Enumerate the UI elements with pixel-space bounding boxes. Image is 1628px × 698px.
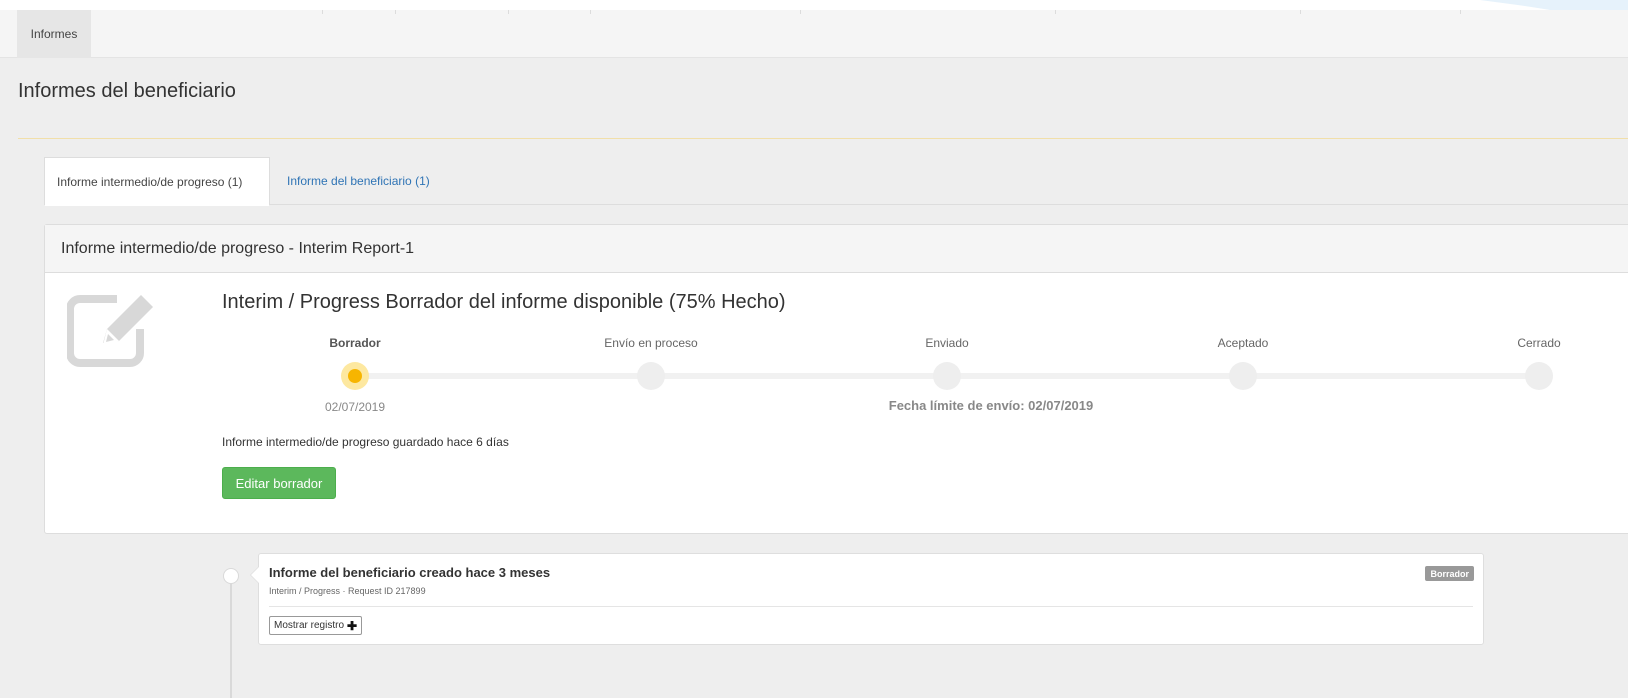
breadcrumb-label: Informes xyxy=(30,27,78,41)
timeline-line xyxy=(230,580,232,698)
timeline-entry-subtitle: Interim / Progress · Request ID 217899 xyxy=(269,586,426,596)
edit-document-icon xyxy=(67,289,161,367)
timeline-dot xyxy=(223,568,239,584)
step-date: 02/07/2019 xyxy=(324,400,386,414)
step-dot xyxy=(933,362,961,390)
timeline-entry-title: Informe del beneficiario creado hace 3 m… xyxy=(269,565,551,580)
panel-title: Informe intermedio/de progreso - Interim… xyxy=(61,239,415,257)
tab-label: Informe intermedio/de progreso (1) xyxy=(57,174,243,189)
tab-informe-beneficiario[interactable]: Informe del beneficiario (1) xyxy=(275,157,442,205)
status-badge: Borrador xyxy=(1425,566,1474,581)
panel-heading: Informe intermedio/de progreso - Interim… xyxy=(45,225,1628,273)
plus-icon: ✚ xyxy=(347,618,358,633)
page-title: Informes del beneficiario xyxy=(18,80,236,102)
step-dot xyxy=(1525,362,1553,390)
step-dot xyxy=(637,362,665,390)
saved-status-text: Informe intermedio/de progreso guardado … xyxy=(222,435,509,449)
timeline-arrow xyxy=(250,566,259,584)
divider xyxy=(1460,10,1461,14)
step-dot-current xyxy=(341,362,369,390)
edit-draft-button[interactable]: Editar borrador xyxy=(222,467,336,499)
breadcrumb: Informes xyxy=(0,10,1628,58)
progress-steps: Borrador Envío en proceso Enviado Acepta… xyxy=(222,333,1622,414)
timeline-entry: Informe del beneficiario creado hace 3 m… xyxy=(250,553,1484,645)
divider xyxy=(18,138,1628,139)
divider xyxy=(1300,10,1301,14)
step-label-envio-en-proceso: Envío en proceso xyxy=(604,336,698,350)
show-log-label: Mostrar registro xyxy=(274,620,345,631)
report-status-title: Interim / Progress Borrador del informe … xyxy=(222,291,786,313)
breadcrumb-item-informes[interactable]: Informes xyxy=(17,10,91,58)
tab-label: Informe del beneficiario (1) xyxy=(287,174,430,188)
step-label-cerrado: Cerrado xyxy=(1517,336,1561,350)
deadline-text: Fecha límite de envío: 02/07/2019 xyxy=(888,398,1094,413)
divider xyxy=(269,606,1473,607)
divider xyxy=(322,10,323,14)
step-dot xyxy=(1229,362,1257,390)
divider xyxy=(590,10,591,14)
step-label-borrador: Borrador xyxy=(329,336,381,350)
app-window: Informes Informes del beneficiario Infor… xyxy=(0,10,1628,698)
divider xyxy=(800,10,801,14)
step-label-aceptado: Aceptado xyxy=(1217,336,1269,350)
divider xyxy=(508,10,509,14)
divider xyxy=(395,10,396,14)
show-log-button[interactable]: Mostrar registro ✚ xyxy=(269,616,363,635)
tab-informe-intermedio[interactable]: Informe intermedio/de progreso (1) xyxy=(44,157,270,206)
divider xyxy=(1055,10,1056,14)
tab-bar: Informe intermedio/de progreso (1) Infor… xyxy=(44,157,1628,206)
report-panel: Informe intermedio/de progreso - Interim… xyxy=(44,224,1628,534)
step-label-enviado: Enviado xyxy=(925,336,969,350)
